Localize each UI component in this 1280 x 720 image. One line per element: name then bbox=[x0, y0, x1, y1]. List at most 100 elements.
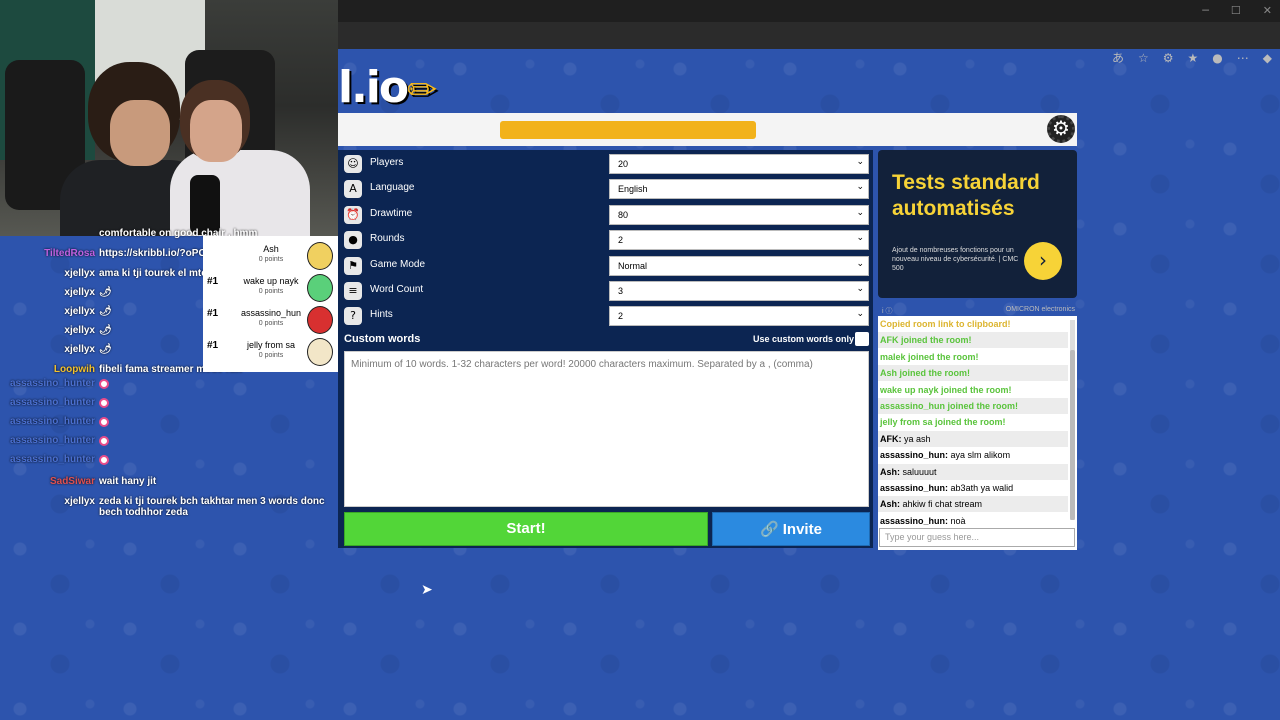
system-message: malek joined the room! bbox=[880, 351, 979, 362]
hint-icon: ? bbox=[344, 307, 362, 326]
chat-username: assassino_hunter bbox=[9, 435, 95, 446]
setting-label: Players bbox=[370, 157, 404, 168]
chat-scrollbar[interactable] bbox=[1070, 320, 1075, 520]
chevron-down-icon: ⌄ bbox=[856, 157, 864, 167]
stream-chat-message: assassino_hunter bbox=[0, 397, 109, 408]
stream-chat-message: assassino_hunter bbox=[0, 454, 109, 465]
player-points: 0 points bbox=[258, 256, 284, 263]
player-avatar-icon bbox=[307, 242, 333, 270]
setting-row-drawtime: ⏰ Drawtime 80 ⌄ bbox=[344, 204, 869, 226]
profile-icon[interactable]: ● bbox=[1212, 51, 1222, 65]
chevron-down-icon: ⌄ bbox=[856, 182, 864, 193]
game-chat-message: malek joined the room! bbox=[878, 349, 1068, 365]
invite-button[interactable]: 🔗 Invite bbox=[712, 512, 870, 546]
chat-username: SadSiwar bbox=[49, 476, 95, 487]
advertisement[interactable]: Tests standard automatisés Ajout de nomb… bbox=[878, 150, 1077, 298]
rounds-icon: ● bbox=[344, 231, 362, 250]
setting-row-players: ☺ Players 20 ⌄ bbox=[344, 153, 869, 175]
favorites-icon[interactable]: ★ bbox=[1188, 51, 1199, 65]
setting-value: Normal bbox=[618, 260, 648, 271]
system-message: assassino_hun joined the room! bbox=[880, 401, 1019, 411]
setting-value: 2 bbox=[618, 311, 624, 322]
stream-chat-message: assassino_hunter bbox=[0, 416, 109, 427]
player-points: 0 points bbox=[258, 288, 284, 295]
chat-message-text: wait hany jit bbox=[99, 476, 157, 487]
chat-username: assassino_hunter bbox=[9, 416, 95, 427]
setting-select[interactable]: 2 ⌄ bbox=[609, 230, 869, 251]
chat-username: xjellyx bbox=[64, 287, 95, 298]
chat-text: ahkiw fi chat stream bbox=[902, 499, 983, 510]
player-name: jelly from sa bbox=[246, 340, 295, 350]
translate-icon[interactable]: あ bbox=[1112, 49, 1124, 66]
scoreboard-player[interactable]: Ash 0 points bbox=[203, 240, 338, 272]
pencil-icon: ✏ bbox=[407, 70, 437, 111]
close-icon[interactable]: ✕ bbox=[1263, 4, 1272, 17]
ad-info-icon[interactable]: i ⓘ bbox=[882, 306, 893, 316]
guess-input[interactable]: Type your guess here... bbox=[879, 528, 1075, 547]
setting-select[interactable]: 3 ⌄ bbox=[609, 281, 869, 301]
lobby-settings-panel: Custom words Use custom words only Minim… bbox=[338, 150, 873, 548]
chat-scrollbar-thumb[interactable] bbox=[1070, 350, 1075, 520]
chat-username: xjellyx bbox=[64, 496, 95, 507]
player-name: wake up nayk bbox=[243, 276, 299, 286]
player-icon: ☺ bbox=[344, 155, 362, 173]
ad-sponsor: OMICRON electronics bbox=[1005, 306, 1075, 313]
scoreboard-player[interactable]: #1 assassino_hun 0 points bbox=[203, 304, 338, 336]
mouse-cursor-icon: ➤ bbox=[421, 582, 433, 598]
language-icon: A bbox=[344, 180, 362, 199]
setting-select[interactable]: 20 ⌄ bbox=[609, 154, 869, 174]
minimize-icon[interactable]: ─ bbox=[1202, 4, 1209, 17]
chat-text: saluuuut bbox=[902, 466, 937, 477]
emote-icon bbox=[99, 455, 109, 465]
chat-message-text: zeda ki tji tourek bch takhtar men 3 wor… bbox=[99, 496, 325, 518]
stream-chat-message: assassino_hunter bbox=[0, 435, 109, 446]
custom-words-only-label: Use custom words only bbox=[753, 334, 855, 344]
copilot-icon[interactable]: ◆ bbox=[1263, 51, 1272, 65]
invite-button-label: Invite bbox=[782, 521, 822, 538]
browser-toolbar-icons: あ ☆ ⚙ ★ ● ⋯ ◆ bbox=[1112, 49, 1272, 66]
clock-icon: ⏰ bbox=[344, 205, 362, 224]
setting-value: 2 bbox=[618, 235, 624, 246]
setting-select[interactable]: 80 ⌄ bbox=[609, 204, 869, 225]
scoreboard-player[interactable]: #1 wake up nayk 0 points bbox=[203, 272, 338, 304]
player-name: assassino_hun bbox=[240, 308, 302, 318]
ad-arrow-icon[interactable]: › bbox=[1024, 242, 1062, 280]
maximize-icon[interactable]: ☐ bbox=[1231, 4, 1241, 17]
game-chat-message: assassino_hun: aya slm alikom bbox=[878, 447, 1068, 463]
setting-value: 20 bbox=[618, 159, 629, 169]
setting-select[interactable]: English ⌄ bbox=[609, 179, 869, 200]
start-button-label: Start! bbox=[506, 520, 546, 537]
scoreboard-player[interactable]: #1 jelly from sa 0 points bbox=[203, 336, 338, 368]
chat-username: TiltedRosa bbox=[44, 248, 95, 259]
setting-value: 3 bbox=[618, 286, 624, 296]
settings-gear-icon[interactable]: ⚙ bbox=[1047, 115, 1075, 143]
logo-text: l.io bbox=[338, 62, 409, 113]
game-logo: l.io✏ bbox=[338, 62, 437, 113]
star-icon[interactable]: ☆ bbox=[1138, 51, 1149, 65]
game-chat-message: wake up nayk joined the room! bbox=[878, 382, 1068, 398]
chat-username: xjellyx bbox=[64, 325, 95, 336]
setting-row-game-mode: ⚑ Game Mode Normal ⌄ bbox=[344, 255, 869, 277]
system-message: Ash joined the room! bbox=[880, 368, 970, 379]
chat-author: Ash: bbox=[880, 466, 900, 477]
setting-label: Word Count bbox=[370, 284, 424, 295]
setting-select[interactable]: 2 ⌄ bbox=[609, 306, 869, 327]
extensions-icon[interactable]: ⚙ bbox=[1163, 51, 1174, 65]
setting-row-hints: ? Hints 2 ⌄ bbox=[344, 305, 869, 327]
game-top-bar: ⚙ bbox=[338, 113, 1077, 146]
chat-author: assassino_hun: bbox=[880, 515, 949, 526]
start-button[interactable]: Start! bbox=[344, 512, 708, 546]
menu-icon[interactable]: ⋯ bbox=[1237, 51, 1249, 65]
setting-label: Hints bbox=[370, 309, 393, 321]
chevron-down-icon: ⌄ bbox=[856, 233, 864, 244]
custom-words-title: Custom words bbox=[344, 333, 421, 345]
chat-text: aya slm alikom bbox=[950, 450, 1011, 461]
setting-select[interactable]: Normal ⌄ bbox=[609, 255, 869, 276]
stream-chat-message: assassino_hunter bbox=[0, 378, 109, 389]
chat-username: xjellyx bbox=[64, 306, 95, 317]
setting-label: Drawtime bbox=[370, 207, 413, 219]
emote-icon bbox=[99, 436, 109, 446]
custom-words-textarea[interactable]: Minimum of 10 words. 1-32 characters per… bbox=[344, 351, 869, 507]
game-chat-message: Copied room link to clipboard! bbox=[878, 316, 1068, 332]
custom-words-only-checkbox[interactable] bbox=[855, 332, 869, 346]
